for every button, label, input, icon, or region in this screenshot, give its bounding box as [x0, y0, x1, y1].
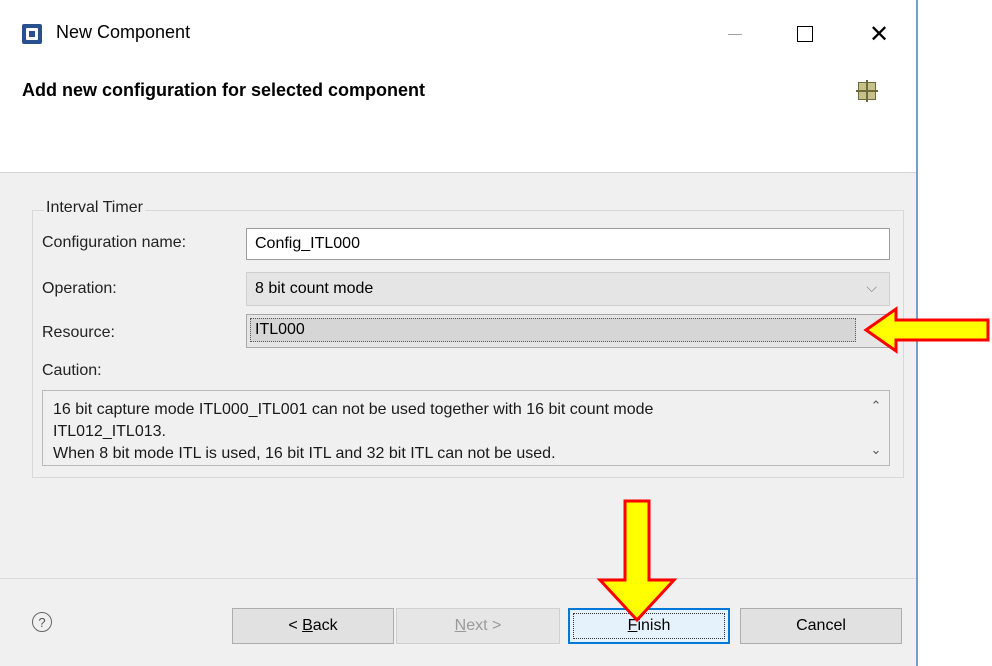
- wizard-header: Add new configuration for selected compo…: [0, 66, 916, 173]
- caution-text: 16 bit capture mode ITL000_ITL001 can no…: [53, 401, 654, 462]
- window-title: New Component: [56, 22, 191, 42]
- caution-textarea[interactable]: 16 bit capture mode ITL000_ITL001 can no…: [42, 390, 890, 466]
- footer-divider: [0, 578, 916, 579]
- resource-value: ITL000: [255, 321, 305, 338]
- annotation-arrow-left-icon: [863, 306, 990, 354]
- cancel-label: Cancel: [796, 617, 846, 634]
- close-button[interactable]: ✕: [856, 14, 902, 54]
- caution-label: Caution:: [42, 362, 102, 379]
- help-icon[interactable]: ?: [32, 612, 52, 632]
- maximize-button[interactable]: [782, 14, 828, 54]
- component-app-icon: [22, 24, 42, 44]
- annotation-arrow-down-icon: [596, 499, 678, 623]
- back-prefix: <: [288, 617, 303, 634]
- cancel-button[interactable]: Cancel: [740, 608, 902, 644]
- resource-select[interactable]: ITL000 ⌵: [246, 314, 890, 348]
- resource-label: Resource:: [42, 324, 115, 341]
- group-label: Interval Timer: [44, 199, 145, 217]
- close-icon: ✕: [868, 20, 890, 48]
- config-name-label: Configuration name:: [42, 234, 187, 251]
- operation-label: Operation:: [42, 280, 117, 297]
- arrow-left-shape: [863, 306, 990, 354]
- wizard-page-title: Add new configuration for selected compo…: [22, 80, 426, 100]
- arrow-down-shape: [596, 499, 678, 623]
- component-grid-icon: [856, 80, 878, 102]
- minimize-button[interactable]: [712, 14, 758, 54]
- operation-value: 8 bit count mode: [255, 280, 374, 297]
- scroll-up-icon[interactable]: ⌃: [863, 395, 889, 417]
- config-name-input[interactable]: Config_ITL000: [246, 228, 890, 260]
- next-mnemonic: N: [454, 617, 467, 634]
- minimize-icon: [728, 33, 742, 35]
- back-mnemonic: B: [302, 617, 313, 634]
- next-button[interactable]: Next >: [396, 608, 560, 644]
- back-button[interactable]: < Back: [232, 608, 394, 644]
- new-component-dialog: New Component ✕ Add new configuration fo…: [0, 0, 918, 666]
- maximize-icon: [797, 26, 813, 42]
- operation-select[interactable]: 8 bit count mode ⌵: [246, 272, 890, 306]
- scroll-down-icon[interactable]: ⌄: [863, 439, 889, 461]
- back-label: ack: [312, 617, 338, 634]
- title-bar[interactable]: New Component ✕: [0, 0, 916, 66]
- focus-rectangle: [250, 318, 856, 342]
- chevron-down-icon: ⌵: [866, 279, 877, 295]
- caution-scrollbar[interactable]: ⌃ ⌄: [863, 391, 889, 465]
- next-label: ext >: [466, 617, 502, 634]
